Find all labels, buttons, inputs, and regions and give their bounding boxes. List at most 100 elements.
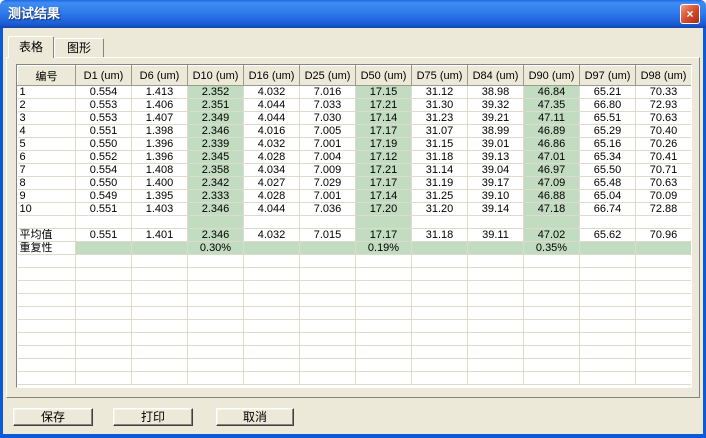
table-row-data[interactable]: 50.5501.3962.3394.0327.00117.1931.1539.0…	[18, 138, 692, 151]
value-cell	[580, 242, 636, 255]
value-cell: 17.17	[356, 125, 412, 138]
results-grid-container: 编号D1 (um)D6 (um)D10 (um)D16 (um)D25 (um)…	[16, 64, 692, 388]
column-header[interactable]: D10 (um)	[188, 66, 244, 86]
table-row-data[interactable]: 100.5511.4032.3464.0447.03617.2031.2039.…	[18, 203, 692, 216]
column-header[interactable]: D25 (um)	[300, 66, 356, 86]
value-cell: 17.21	[356, 164, 412, 177]
value-cell	[580, 359, 636, 372]
row-label-cell	[18, 320, 76, 333]
value-cell: 65.34	[580, 151, 636, 164]
value-cell	[468, 294, 524, 307]
value-cell	[356, 372, 412, 385]
table-row-data[interactable]: 90.5491.3952.3334.0287.00117.1431.2539.1…	[18, 190, 692, 203]
value-cell: 70.63	[636, 177, 692, 190]
value-cell	[412, 359, 468, 372]
value-cell: 4.044	[244, 99, 300, 112]
table-row-trailing[interactable]	[18, 281, 692, 294]
value-cell: 4.032	[244, 138, 300, 151]
value-cell: 17.17	[356, 177, 412, 190]
value-cell	[76, 255, 132, 268]
column-header[interactable]: D84 (um)	[468, 66, 524, 86]
value-cell	[188, 294, 244, 307]
value-cell	[356, 307, 412, 320]
column-header[interactable]: D1 (um)	[76, 66, 132, 86]
value-cell: 70.71	[636, 164, 692, 177]
row-label-cell: 重复性	[18, 242, 76, 255]
table-row-average[interactable]: 平均值0.5511.4012.3464.0327.01517.1731.1839…	[18, 229, 692, 242]
column-header[interactable]: D97 (um)	[580, 66, 636, 86]
value-cell	[356, 281, 412, 294]
column-header[interactable]: D16 (um)	[244, 66, 300, 86]
column-header[interactable]: D50 (um)	[356, 66, 412, 86]
value-cell: 1.413	[132, 86, 188, 99]
value-cell	[300, 307, 356, 320]
value-cell	[76, 268, 132, 281]
column-header[interactable]: D90 (um)	[524, 66, 580, 86]
value-cell: 4.032	[244, 86, 300, 99]
value-cell	[356, 294, 412, 307]
save-button[interactable]: 保存	[13, 408, 93, 426]
value-cell	[580, 281, 636, 294]
value-cell	[356, 320, 412, 333]
value-cell	[188, 372, 244, 385]
table-row-data[interactable]: 80.5501.4002.3424.0277.02917.1731.1939.1…	[18, 177, 692, 190]
table-row-data[interactable]: 10.5541.4132.3524.0327.01617.1531.1238.9…	[18, 86, 692, 99]
value-cell: 7.016	[300, 86, 356, 99]
table-row-data[interactable]: 60.5521.3962.3454.0287.00417.1231.1839.1…	[18, 151, 692, 164]
value-cell	[76, 294, 132, 307]
table-row-trailing[interactable]	[18, 294, 692, 307]
value-cell: 2.352	[188, 86, 244, 99]
table-row-trailing[interactable]	[18, 255, 692, 268]
value-cell	[132, 346, 188, 359]
table-row-data[interactable]: 20.5531.4062.3514.0447.03317.2131.3039.3…	[18, 99, 692, 112]
cancel-button[interactable]: 取消	[216, 408, 294, 426]
value-cell: 72.93	[636, 99, 692, 112]
close-button[interactable]: ×	[680, 4, 700, 24]
tab-table[interactable]: 表格	[8, 36, 54, 58]
value-cell	[244, 216, 300, 229]
row-label-cell	[18, 281, 76, 294]
value-cell: 72.88	[636, 203, 692, 216]
table-row-trailing[interactable]	[18, 359, 692, 372]
value-cell	[300, 216, 356, 229]
value-cell: 2.345	[188, 151, 244, 164]
value-cell	[524, 281, 580, 294]
column-header[interactable]: D75 (um)	[412, 66, 468, 86]
value-cell: 7.004	[300, 151, 356, 164]
column-header[interactable]: D6 (um)	[132, 66, 188, 86]
tab-graph[interactable]: 图形	[54, 38, 104, 58]
table-row-repeatability[interactable]: 重复性0.30%0.19%0.35%	[18, 242, 692, 255]
table-row-data[interactable]: 40.5511.3982.3464.0167.00517.1731.0738.9…	[18, 125, 692, 138]
table-row-data[interactable]: 70.5541.4082.3584.0347.00917.2131.1439.0…	[18, 164, 692, 177]
value-cell: 65.04	[580, 190, 636, 203]
value-cell: 31.07	[412, 125, 468, 138]
value-cell: 1.395	[132, 190, 188, 203]
table-row-data[interactable]: 30.5531.4072.3494.0447.03017.1431.2339.2…	[18, 112, 692, 125]
value-cell: 70.33	[636, 86, 692, 99]
titlebar[interactable]: 测试结果 ×	[0, 0, 706, 28]
value-cell	[356, 268, 412, 281]
value-cell: 47.18	[524, 203, 580, 216]
value-cell	[636, 320, 692, 333]
value-cell: 17.19	[356, 138, 412, 151]
value-cell	[356, 255, 412, 268]
table-row-trailing[interactable]	[18, 346, 692, 359]
value-cell: 39.32	[468, 99, 524, 112]
value-cell	[580, 346, 636, 359]
table-row-trailing[interactable]	[18, 307, 692, 320]
row-label-cell: 6	[18, 151, 76, 164]
value-cell	[412, 333, 468, 346]
row-label-cell: 平均值	[18, 229, 76, 242]
table-row-spacer[interactable]	[18, 216, 692, 229]
value-cell: 66.80	[580, 99, 636, 112]
table-row-trailing[interactable]	[18, 320, 692, 333]
column-header[interactable]: D98 (um)	[636, 66, 692, 86]
value-cell: 0.19%	[356, 242, 412, 255]
table-row-trailing[interactable]	[18, 372, 692, 385]
print-button[interactable]: 打印	[113, 408, 193, 426]
table-row-trailing[interactable]	[18, 268, 692, 281]
value-cell: 4.028	[244, 151, 300, 164]
column-header-label[interactable]: 编号	[18, 66, 76, 86]
table-row-trailing[interactable]	[18, 333, 692, 346]
value-cell: 65.62	[580, 229, 636, 242]
